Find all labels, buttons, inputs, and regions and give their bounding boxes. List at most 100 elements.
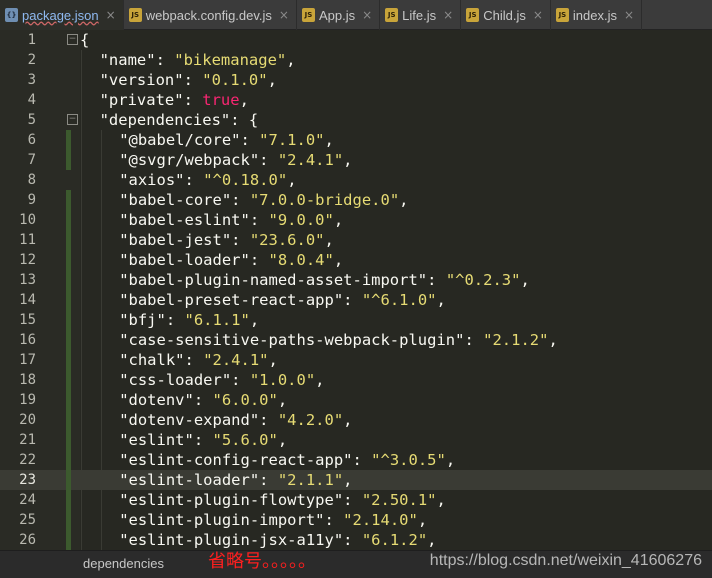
key-token: "babel-jest": — [119, 231, 250, 249]
line-number: 22 — [19, 452, 36, 468]
js-file-icon: JS — [385, 8, 399, 22]
watermark: https://blog.csdn.net/weixin_41606276 — [429, 552, 702, 569]
string-token: "2.14.0" — [343, 511, 418, 529]
line-number: 17 — [19, 352, 36, 368]
tab-label: package.json — [22, 7, 99, 23]
close-icon[interactable]: × — [362, 8, 372, 22]
breadcrumb[interactable]: dependencies — [83, 556, 164, 571]
close-icon[interactable]: × — [279, 8, 289, 22]
close-icon[interactable]: × — [533, 8, 543, 22]
code-line[interactable]: 21 "eslint": "5.6.0", — [0, 430, 712, 450]
line-number: 26 — [19, 532, 36, 548]
js-file-icon: JS — [301, 8, 315, 22]
string-token: "6.1.1" — [184, 311, 250, 329]
code-line[interactable]: 8 "axios": "^0.18.0", — [0, 170, 712, 190]
key-token: , — [315, 371, 325, 389]
tab-webpack-config-dev-js[interactable]: JS webpack.config.dev.js × — [124, 0, 297, 30]
key-token: , — [417, 511, 428, 529]
code-line[interactable]: 25 "eslint-plugin-import": "2.14.0", — [0, 510, 712, 530]
vcs-change-marker — [66, 190, 71, 550]
code-line[interactable]: 11 "babel-jest": "23.6.0", — [0, 230, 712, 250]
code-line[interactable]: 14 "babel-preset-react-app": "^6.1.0", — [0, 290, 712, 310]
js-file-icon: JS — [466, 8, 480, 22]
code-line[interactable]: 12 "babel-loader": "8.0.4", — [0, 250, 712, 270]
fold-toggle-icon[interactable]: − — [67, 114, 78, 125]
key-token: "dotenv": — [119, 391, 213, 409]
code-line[interactable]: 17 "chalk": "2.4.1", — [0, 350, 712, 370]
key-token: "axios": — [119, 171, 204, 189]
code-line[interactable]: 9 "babel-core": "7.0.0-bridge.0", — [0, 190, 712, 210]
key-token: , — [239, 91, 249, 109]
key-token: , — [436, 491, 446, 509]
line-number: 15 — [19, 312, 36, 328]
code-text: "chalk": "2.4.1", — [119, 350, 278, 370]
close-icon[interactable]: × — [106, 8, 116, 22]
code-line[interactable]: 26 "eslint-plugin-jsx-a11y": "6.1.2", — [0, 530, 712, 550]
key-token: "eslint-loader": — [119, 471, 278, 489]
close-icon[interactable]: × — [624, 8, 634, 22]
code-line[interactable]: 19 "dotenv": "6.0.0", — [0, 390, 712, 410]
key-token: , — [343, 151, 353, 169]
code-text: "babel-plugin-named-asset-import": "^0.2… — [119, 270, 530, 290]
tab-index-js[interactable]: JS index.js × — [551, 0, 643, 30]
editor-tab-bar: {} package.json × JS webpack.config.dev.js × J… — [0, 0, 712, 30]
code-line[interactable]: 6 "@babel/core": "7.1.0", — [0, 130, 712, 150]
string-token: "2.50.1" — [361, 491, 437, 509]
key-token: "css-loader": — [119, 371, 250, 389]
line-number: 5 — [27, 112, 36, 128]
string-token: "2.1.1" — [277, 471, 344, 489]
key-token: , — [399, 191, 409, 209]
tab-package-json[interactable]: {} package.json × — [0, 0, 124, 30]
close-icon[interactable]: × — [443, 8, 453, 22]
code-line[interactable]: 23 "eslint-loader": "2.1.1", — [0, 470, 712, 490]
code-line[interactable]: 4 "private": true, — [0, 90, 712, 110]
key-token: , — [343, 471, 353, 489]
line-number: 2 — [27, 52, 36, 68]
line-number: 24 — [19, 492, 36, 508]
string-token: "6.0.0" — [212, 391, 278, 409]
code-line[interactable]: 18 "css-loader": "1.0.0", — [0, 370, 712, 390]
code-line[interactable]: 1{ — [0, 30, 712, 50]
code-text: "eslint": "5.6.0", — [119, 430, 287, 450]
code-text: "dependencies": { — [100, 110, 259, 130]
line-number: 20 — [19, 412, 36, 428]
line-number: 25 — [19, 512, 36, 528]
key-token: "babel-loader": — [119, 251, 269, 269]
code-text: "babel-jest": "23.6.0", — [119, 230, 334, 250]
code-line[interactable]: 10 "babel-eslint": "9.0.0", — [0, 210, 712, 230]
code-line[interactable]: 3 "version": "0.1.0", — [0, 70, 712, 90]
code-line[interactable]: 24 "eslint-plugin-flowtype": "2.50.1", — [0, 490, 712, 510]
key-token: "bfj": — [119, 311, 185, 329]
tab-app-js[interactable]: JS App.js × — [297, 0, 381, 30]
code-line[interactable]: 22 "eslint-config-react-app": "^3.0.5", — [0, 450, 712, 470]
key-token: "eslint": — [119, 431, 213, 449]
key-token: , — [333, 251, 344, 269]
code-text: "babel-preset-react-app": "^6.1.0", — [119, 290, 446, 310]
line-number: 13 — [19, 272, 36, 288]
code-line[interactable]: 2 "name": "bikemanage", — [0, 50, 712, 70]
code-line[interactable]: 7 "@svgr/webpack": "2.4.1", — [0, 150, 712, 170]
fold-toggle-icon[interactable]: − — [67, 34, 78, 45]
code-line[interactable]: 16 "case-sensitive-paths-webpack-plugin":… — [0, 330, 712, 350]
key-token: , — [277, 431, 288, 449]
tab-child-js[interactable]: JS Child.js × — [461, 0, 551, 30]
string-token: "1.0.0" — [249, 371, 316, 389]
code-editor[interactable]: 1{ 2 "name": "bikemanage", 3 "version": "0.1… — [0, 30, 712, 550]
code-text: "eslint-config-react-app": "^3.0.5", — [119, 450, 455, 470]
tab-life-js[interactable]: JS Life.js × — [380, 0, 462, 30]
code-line[interactable]: 15 "bfj": "6.1.1", — [0, 310, 712, 330]
code-text: "name": "bikemanage", — [100, 50, 296, 70]
code-line[interactable]: 5 "dependencies": { — [0, 110, 712, 130]
key-token: "babel-core": — [119, 191, 250, 209]
string-token: "^0.18.0" — [203, 171, 288, 189]
key-token: , — [268, 351, 278, 369]
line-number: 8 — [27, 172, 36, 188]
key-token: , — [436, 291, 446, 309]
key-token: "dependencies": { — [99, 111, 259, 129]
line-number: 19 — [19, 392, 36, 408]
key-token: , — [324, 231, 334, 249]
string-token: "2.4.1" — [203, 351, 269, 369]
line-number: 21 — [19, 432, 36, 448]
code-line[interactable]: 20 "dotenv-expand": "4.2.0", — [0, 410, 712, 430]
code-line[interactable]: 13 "babel-plugin-named-asset-import": "^0… — [0, 270, 712, 290]
